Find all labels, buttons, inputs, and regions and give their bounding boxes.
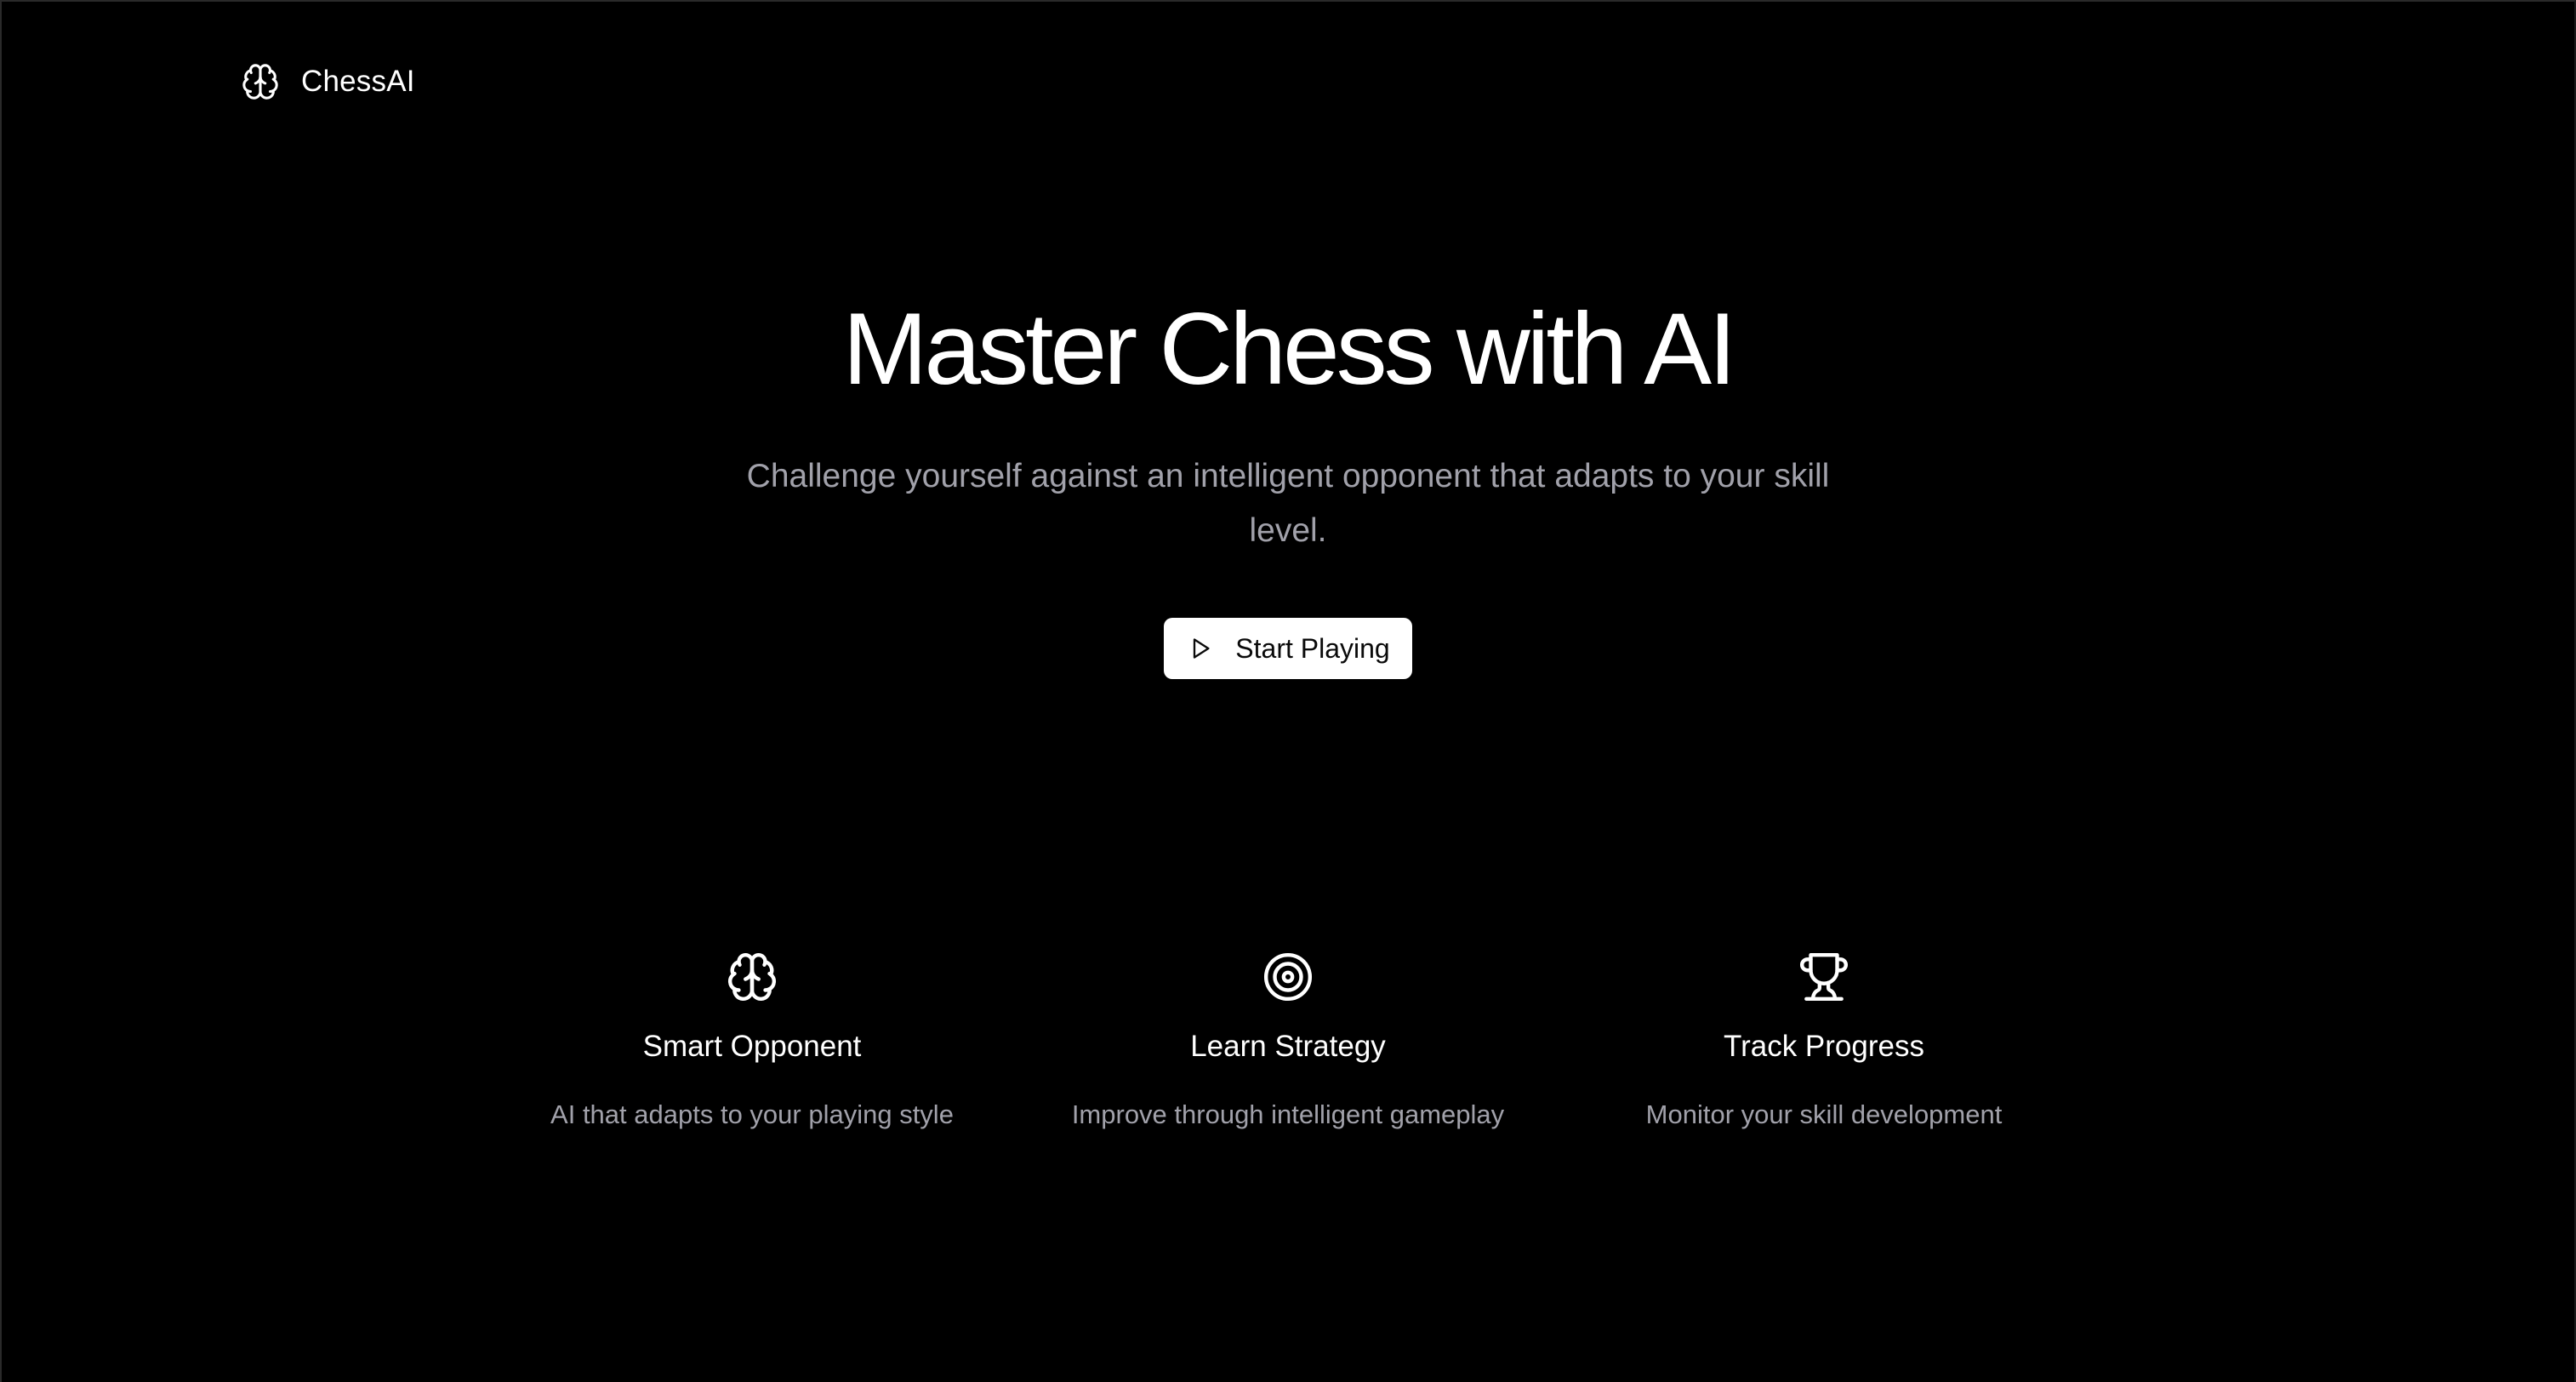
feature-smart-opponent: Smart Opponent AI that adapts to your pl… xyxy=(484,950,1020,1132)
feature-description: Monitor your skill development xyxy=(1645,1099,2003,1129)
start-playing-label: Start Playing xyxy=(1235,632,1390,664)
hero-subtitle: Challenge yourself against an intelligen… xyxy=(746,458,1830,549)
feature-title: Learn Strategy xyxy=(1190,1030,1386,1063)
hero-section: Master Chess with AI Challenge yourself … xyxy=(0,289,2576,679)
hero-title: Master Chess with AI xyxy=(842,292,1736,406)
cta-container: Start Playing xyxy=(0,618,2576,679)
feature-title: Track Progress xyxy=(1724,1030,1924,1063)
brain-icon xyxy=(240,61,281,102)
site-header: ChessAI xyxy=(240,60,415,104)
feature-description: AI that adapts to your playing style xyxy=(550,1099,954,1129)
feature-description: Improve through intelligent gameplay xyxy=(1071,1099,1505,1129)
feature-title: Smart Opponent xyxy=(642,1030,862,1063)
start-playing-button[interactable]: Start Playing xyxy=(1164,618,1412,679)
brand-name[interactable]: ChessAI xyxy=(301,65,415,99)
feature-track-progress: Track Progress Monitor your skill develo… xyxy=(1556,950,2092,1132)
play-icon xyxy=(1188,636,1213,661)
target-icon xyxy=(1261,950,1315,1004)
brain-icon xyxy=(725,950,779,1004)
feature-learn-strategy: Learn Strategy Improve through intellige… xyxy=(1020,950,1556,1132)
trophy-icon xyxy=(1797,950,1851,1004)
window-frame xyxy=(0,0,2576,1382)
features-section: Smart Opponent AI that adapts to your pl… xyxy=(0,950,2576,1132)
